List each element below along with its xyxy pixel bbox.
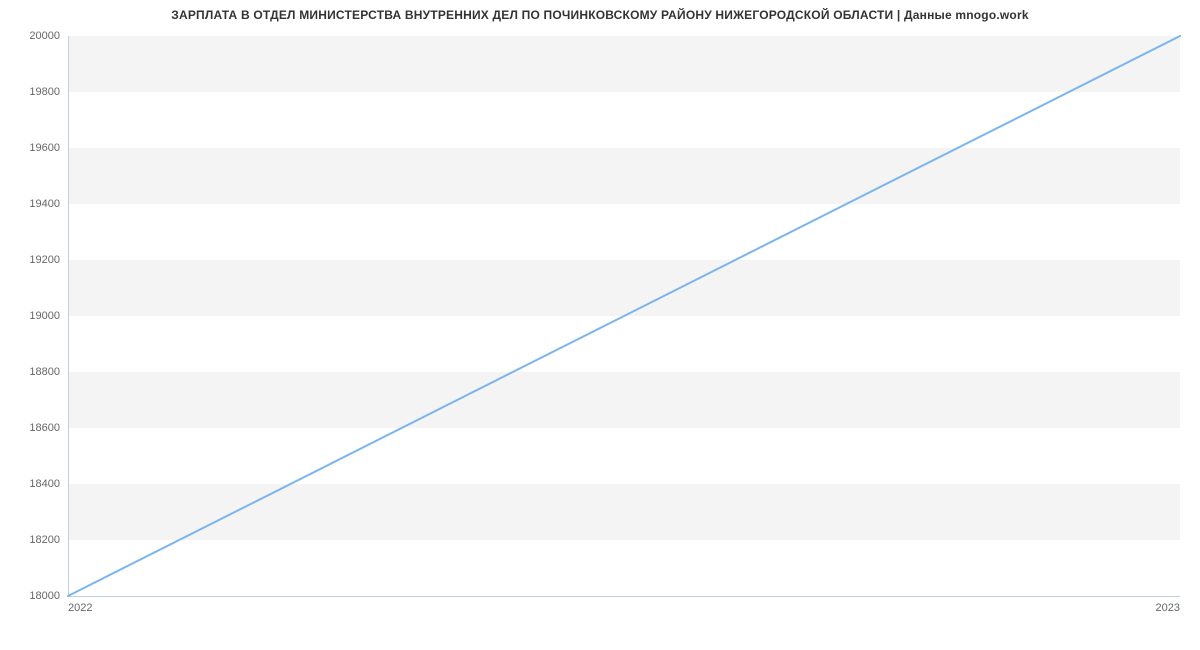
x-tick-label: 2023 bbox=[1156, 602, 1180, 614]
y-tick-label: 19400 bbox=[0, 198, 60, 210]
plot-area bbox=[68, 36, 1180, 596]
series-line bbox=[68, 36, 1180, 596]
y-tick-label: 19600 bbox=[0, 142, 60, 154]
y-tick-label: 18600 bbox=[0, 422, 60, 434]
x-tick-label: 2022 bbox=[68, 602, 92, 614]
y-tick-label: 19200 bbox=[0, 254, 60, 266]
y-tick-label: 18400 bbox=[0, 478, 60, 490]
y-tick-label: 19800 bbox=[0, 86, 60, 98]
x-axis-line bbox=[68, 596, 1180, 597]
chart-title: ЗАРПЛАТА В ОТДЕЛ МИНИСТЕРСТВА ВНУТРЕННИХ… bbox=[0, 8, 1200, 22]
line-series bbox=[68, 36, 1180, 596]
chart-container: ЗАРПЛАТА В ОТДЕЛ МИНИСТЕРСТВА ВНУТРЕННИХ… bbox=[0, 0, 1200, 650]
y-tick-label: 20000 bbox=[0, 30, 60, 42]
y-tick-label: 18800 bbox=[0, 366, 60, 378]
y-tick-label: 18000 bbox=[0, 590, 60, 602]
y-tick-label: 19000 bbox=[0, 310, 60, 322]
y-tick-label: 18200 bbox=[0, 534, 60, 546]
